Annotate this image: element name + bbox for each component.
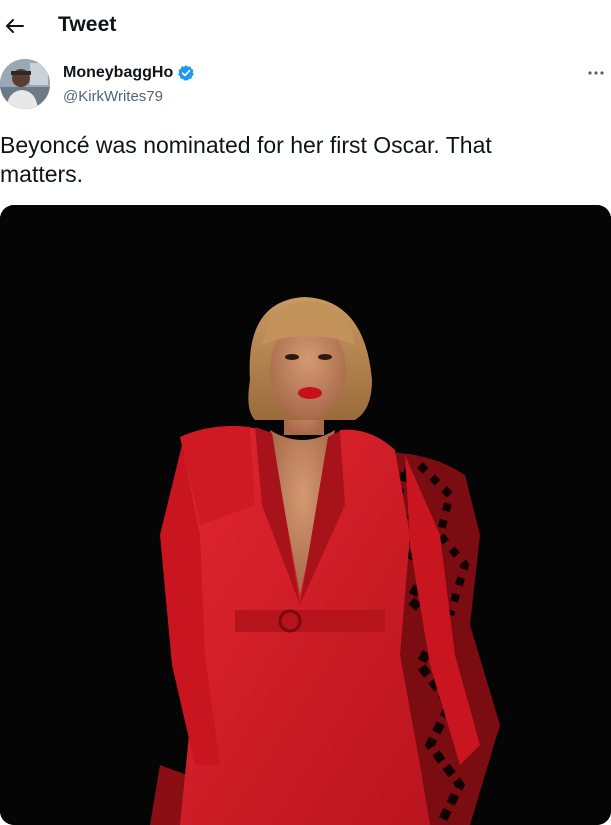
back-button[interactable] — [2, 12, 30, 40]
top-bar: Tweet — [0, 0, 611, 52]
tweet-text: Beyoncé was nominated for her first Osca… — [0, 132, 492, 187]
user-handle[interactable]: @KirkWrites79 — [63, 88, 163, 105]
display-name[interactable]: MoneybaggHo — [63, 64, 173, 82]
tweet-photo[interactable] — [0, 205, 611, 825]
avatar[interactable] — [0, 59, 50, 109]
page-title: Tweet — [58, 13, 117, 36]
more-options-button[interactable] — [585, 62, 607, 84]
display-name-row: MoneybaggHo — [63, 64, 195, 82]
verified-badge-icon — [177, 64, 195, 82]
tweet-author: MoneybaggHo @KirkWrites79 — [0, 56, 611, 116]
arrow-left-icon — [6, 19, 24, 33]
more-horizontal-icon — [588, 71, 604, 75]
